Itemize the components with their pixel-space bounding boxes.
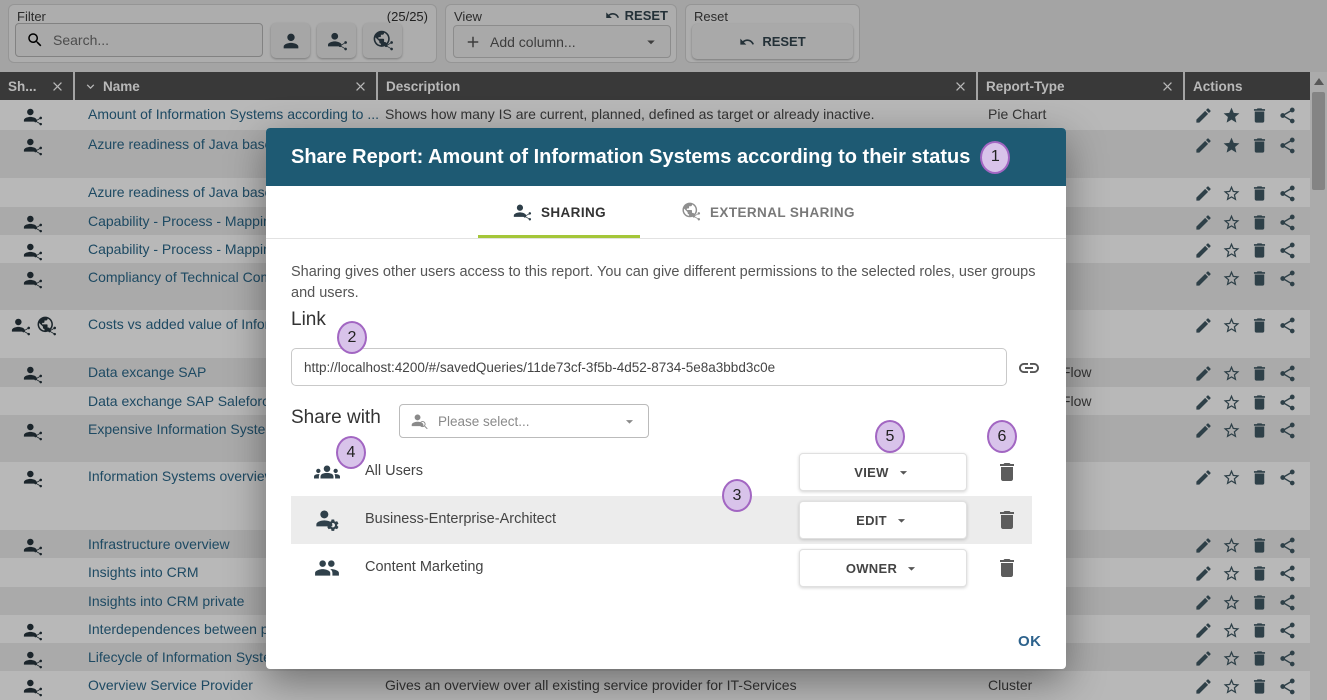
annotation-badge-2: 2 — [337, 321, 367, 354]
share-link-input[interactable]: http://localhost:4200/#/savedQueries/11d… — [291, 348, 1007, 386]
permission-dropdown[interactable]: VIEW — [799, 453, 967, 491]
tab-sharing[interactable]: SHARING — [478, 186, 640, 238]
permission-label: VIEW — [854, 465, 888, 480]
tab-external-sharing[interactable]: EXTERNAL SHARING — [658, 186, 878, 238]
share-entry: Business-Enterprise-Architect EDIT — [291, 496, 1032, 544]
link-heading: Link — [291, 309, 326, 331]
remove-share-icon[interactable] — [995, 508, 1019, 532]
share-entry: All Users VIEW — [291, 448, 1032, 496]
share-entry-name: All Users — [365, 463, 423, 479]
share-entry-name: Business-Enterprise-Architect — [365, 511, 556, 527]
chevron-down-icon — [893, 512, 910, 529]
person-search-icon — [410, 412, 429, 431]
permission-label: OWNER — [846, 561, 897, 576]
globe-share-icon — [681, 202, 701, 222]
share-with-heading: Share with — [291, 407, 381, 429]
groups-icon — [314, 459, 340, 485]
annotation-badge-6: 6 — [987, 420, 1017, 453]
annotation-badge-3: 3 — [722, 479, 752, 512]
permission-dropdown[interactable]: EDIT — [799, 501, 967, 539]
share-entry: Content Marketing OWNER — [291, 544, 1032, 592]
share-report-dialog: Share Report: Amount of Information Syst… — [266, 128, 1066, 669]
chevron-down-icon — [895, 464, 912, 481]
chevron-down-icon — [903, 560, 920, 577]
active-tab-underline — [478, 235, 640, 238]
person-share-icon — [512, 202, 532, 222]
dialog-title: Share Report: Amount of Information Syst… — [291, 146, 970, 169]
dialog-description: Sharing gives other users access to this… — [291, 262, 1041, 304]
share-entry-name: Content Marketing — [365, 559, 483, 575]
share-entries-list: All Users VIEW Business-Enterprise-Archite… — [291, 448, 1032, 592]
annotation-badge-1: 1 — [980, 141, 1010, 174]
people-icon — [314, 555, 340, 581]
dialog-header: Share Report: Amount of Information Syst… — [266, 128, 1066, 186]
ok-button[interactable]: OK — [1018, 633, 1042, 650]
annotation-badge-4: 4 — [336, 436, 366, 469]
person-gear-icon — [314, 507, 340, 533]
permission-label: EDIT — [856, 513, 887, 528]
dialog-tabbar: SHARING EXTERNAL SHARING — [266, 186, 1066, 239]
remove-share-icon[interactable] — [995, 556, 1019, 580]
remove-share-icon[interactable] — [995, 460, 1019, 484]
link-icon[interactable] — [1017, 356, 1041, 380]
chevron-down-icon — [621, 413, 638, 430]
permission-dropdown[interactable]: OWNER — [799, 549, 967, 587]
annotation-badge-5: 5 — [875, 420, 905, 453]
share-with-select[interactable]: Please select... — [399, 404, 649, 438]
app-screen: Filter (25/25) Search... View RESET Add … — [0, 0, 1327, 700]
share-select-placeholder: Please select... — [438, 414, 612, 429]
